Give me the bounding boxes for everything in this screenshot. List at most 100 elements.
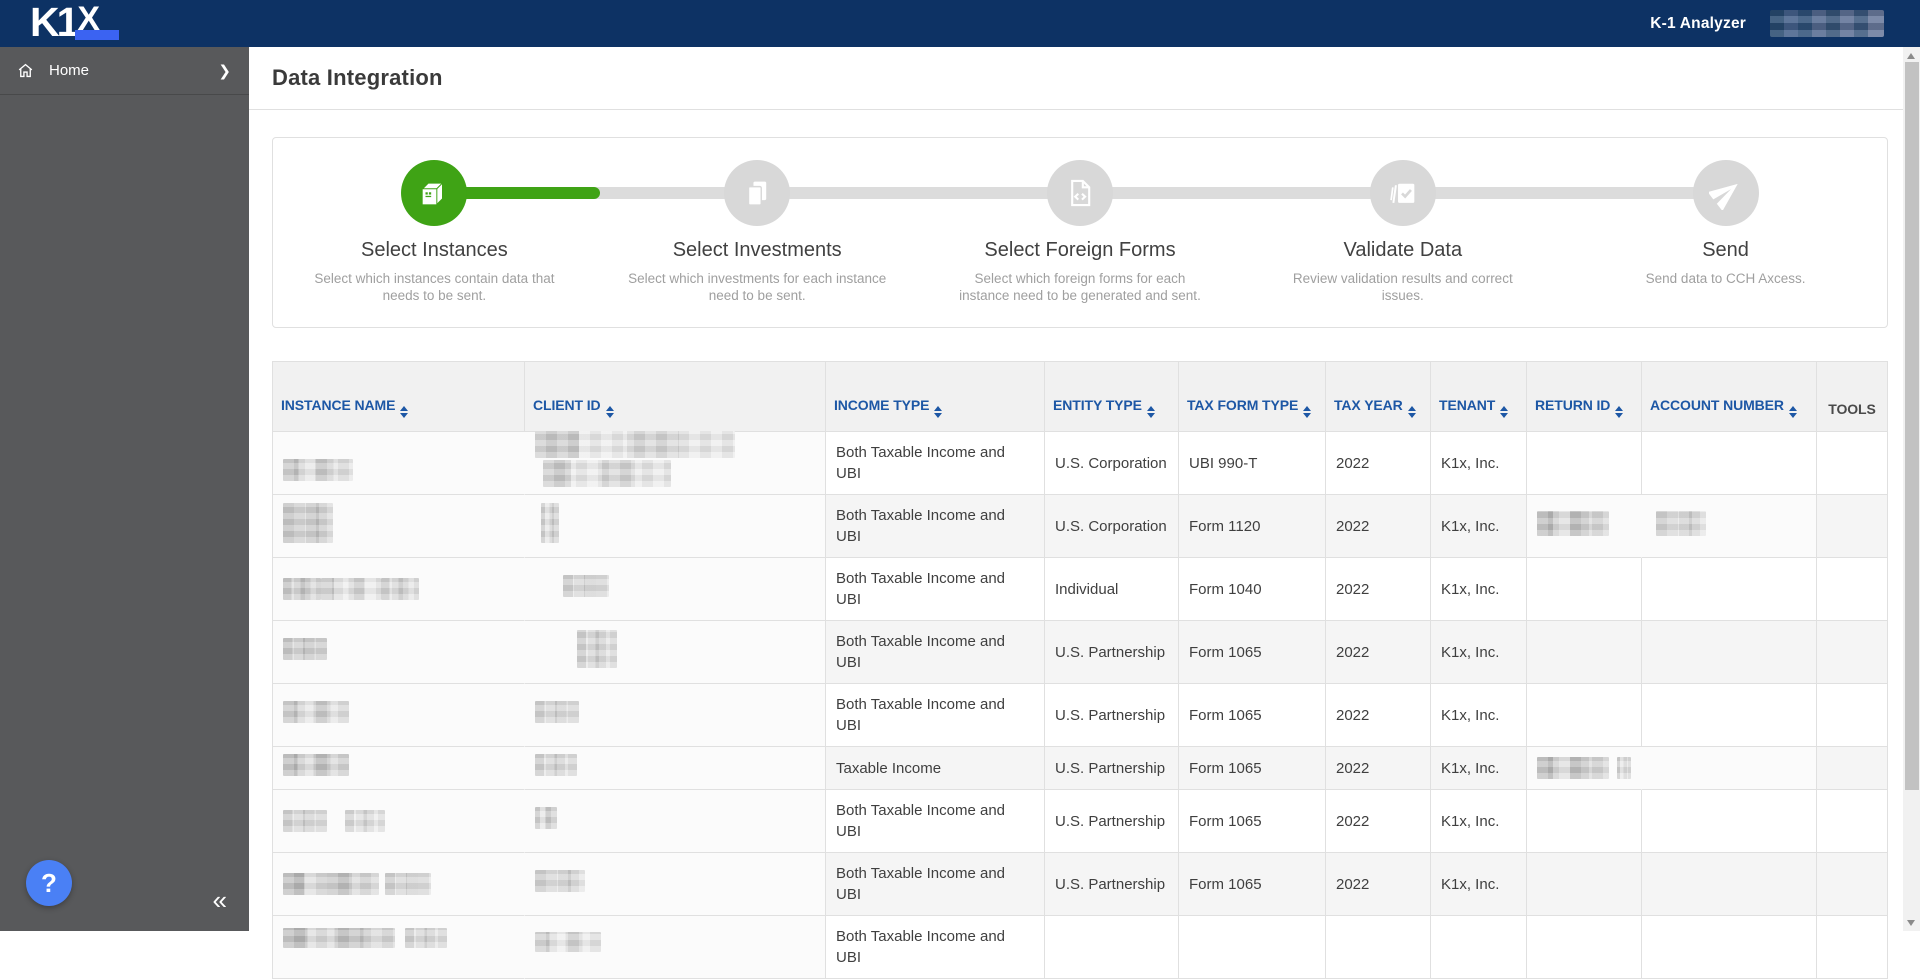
validate-icon	[1390, 183, 1415, 204]
table-row-partial[interactable]: Both Taxable Income and UBI	[273, 916, 1887, 979]
sort-icon	[1500, 406, 1509, 418]
collapse-sidebar-button[interactable]: «	[213, 887, 227, 913]
step-title: Select Instances	[361, 239, 508, 261]
sort-icon	[605, 406, 614, 418]
cell-account-number-redacted	[1642, 747, 1817, 790]
cell-return-id	[1527, 432, 1642, 495]
cell-client-id-redacted	[525, 747, 826, 790]
package-icon	[421, 181, 445, 206]
cell-entity-type: Individual	[1045, 558, 1179, 621]
step-circle	[724, 160, 791, 226]
cell-instance-name-redacted	[273, 790, 525, 853]
cell-instance-name-redacted	[273, 621, 525, 684]
cell-return-id	[1527, 916, 1642, 979]
send-icon	[1708, 183, 1738, 210]
cell-tenant: K1x, Inc.	[1431, 790, 1527, 853]
table-row[interactable]: Both Taxable Income and UBI U.S. Corpora…	[273, 431, 1887, 495]
step-send[interactable]: Send Send data to CCH Axcess.	[1564, 160, 1887, 327]
step-select-instances[interactable]: Select Instances Select which instances …	[273, 160, 596, 327]
user-name-redacted[interactable]	[1770, 10, 1884, 37]
title-bar: Data Integration	[249, 47, 1903, 110]
sort-icon	[1788, 406, 1797, 418]
step-circle	[1046, 160, 1113, 226]
cell-tax-year: 2022	[1326, 558, 1431, 621]
col-header-return-id[interactable]: RETURN ID	[1527, 362, 1642, 432]
col-header-income-type[interactable]: INCOME TYPE	[826, 362, 1045, 432]
col-header-tax-form-type[interactable]: TAX FORM TYPE	[1179, 362, 1326, 432]
cell-account-number	[1642, 790, 1817, 853]
vertical-scrollbar[interactable]	[1903, 47, 1920, 931]
chevron-right-icon[interactable]: ❯	[218, 62, 231, 80]
col-header-client-id[interactable]: CLIENT ID	[525, 362, 826, 432]
cell-entity-type: U.S. Partnership	[1045, 790, 1179, 853]
step-description: Select which foreign forms for each inst…	[959, 271, 1201, 303]
logo-k1-text: K1	[30, 0, 79, 45]
table-row[interactable]: Both Taxable Income and UBI U.S. Partner…	[273, 790, 1887, 853]
cell-entity-type: U.S. Corporation	[1045, 432, 1179, 495]
cell-income-type: Taxable Income	[826, 747, 1045, 790]
step-title: Validate Data	[1343, 239, 1463, 261]
cell-tools	[1817, 495, 1887, 558]
cell-instance-name-redacted	[273, 853, 525, 916]
cell-entity-type: U.S. Partnership	[1045, 747, 1179, 790]
cell-income-type: Both Taxable Income and UBI	[826, 853, 1045, 916]
cell-tenant: K1x, Inc.	[1431, 621, 1527, 684]
sort-icon	[1303, 406, 1312, 418]
cell-tax-form-type: Form 1065	[1179, 790, 1326, 853]
sort-icon	[400, 406, 409, 418]
cell-tax-form-type: Form 1120	[1179, 495, 1326, 558]
k1x-logo[interactable]: K1 X	[30, 0, 120, 47]
cell-income-type: Both Taxable Income and UBI	[826, 432, 1045, 495]
sidebar-item-home[interactable]: Home ❯	[0, 47, 249, 95]
cell-client-id-redacted	[525, 853, 826, 916]
col-header-entity-type[interactable]: ENTITY TYPE	[1045, 362, 1179, 432]
cell-tenant: K1x, Inc.	[1431, 853, 1527, 916]
home-icon	[18, 63, 33, 78]
cell-return-id	[1527, 684, 1642, 747]
cell-income-type: Both Taxable Income and UBI	[826, 621, 1045, 684]
cell-tax-year: 2022	[1326, 432, 1431, 495]
table-row[interactable]: Both Taxable Income and UBI U.S. Partner…	[273, 684, 1887, 747]
cell-tools	[1817, 684, 1887, 747]
table-row[interactable]: Both Taxable Income and UBI Individual F…	[273, 558, 1887, 621]
col-header-account-number[interactable]: ACCOUNT NUMBER	[1642, 362, 1817, 432]
step-select-investments[interactable]: Select Investments Select which investme…	[596, 160, 919, 327]
cell-tools	[1817, 621, 1887, 684]
col-header-tax-year[interactable]: TAX YEAR	[1326, 362, 1431, 432]
table-row[interactable]: Both Taxable Income and UBI U.S. Corpora…	[273, 495, 1887, 558]
scroll-up-arrow-icon[interactable]	[1907, 53, 1915, 59]
documents-icon	[747, 181, 767, 206]
step-description: Select which investments for each instan…	[628, 271, 887, 303]
scroll-down-arrow-icon[interactable]	[1907, 920, 1915, 926]
sidebar-item-label: Home	[49, 62, 90, 79]
cell-tools	[1817, 916, 1887, 979]
help-button[interactable]: ?	[26, 860, 72, 906]
table-header-row: INSTANCE NAME CLIENT ID INCOME TYPE ENTI…	[273, 362, 1887, 432]
table-row[interactable]: Taxable Income U.S. Partnership Form 106…	[273, 747, 1887, 790]
col-header-instance-name[interactable]: INSTANCE NAME	[273, 362, 525, 432]
cell-return-id	[1527, 621, 1642, 684]
step-description: Review validation results and correct is…	[1292, 271, 1513, 303]
cell-tax-year	[1326, 916, 1431, 979]
table-row[interactable]: Both Taxable Income and UBI U.S. Partner…	[273, 621, 1887, 684]
col-header-tenant[interactable]: TENANT	[1431, 362, 1527, 432]
step-select-foreign-forms[interactable]: Select Foreign Forms Select which foreig…	[919, 160, 1242, 327]
code-file-icon	[1071, 179, 1091, 207]
table-row[interactable]: Both Taxable Income and UBI U.S. Partner…	[273, 853, 1887, 916]
scrollbar-thumb[interactable]	[1904, 62, 1919, 790]
cell-tenant	[1431, 916, 1527, 979]
cell-tax-year: 2022	[1326, 747, 1431, 790]
cell-return-id-redacted	[1527, 747, 1642, 790]
cell-entity-type	[1045, 916, 1179, 979]
cell-tax-form-type: Form 1065	[1179, 853, 1326, 916]
cell-tools	[1817, 747, 1887, 790]
cell-return-id	[1527, 558, 1642, 621]
step-validate-data[interactable]: Validate Data Review validation results …	[1241, 160, 1564, 327]
cell-client-id-redacted	[525, 431, 826, 495]
cell-account-number-redacted	[1642, 495, 1817, 558]
step-circle	[1692, 160, 1759, 226]
page-title: Data Integration	[272, 65, 443, 90]
cell-income-type: Both Taxable Income and UBI	[826, 558, 1045, 621]
cell-account-number	[1642, 916, 1817, 979]
cell-instance-name-redacted	[273, 432, 525, 495]
